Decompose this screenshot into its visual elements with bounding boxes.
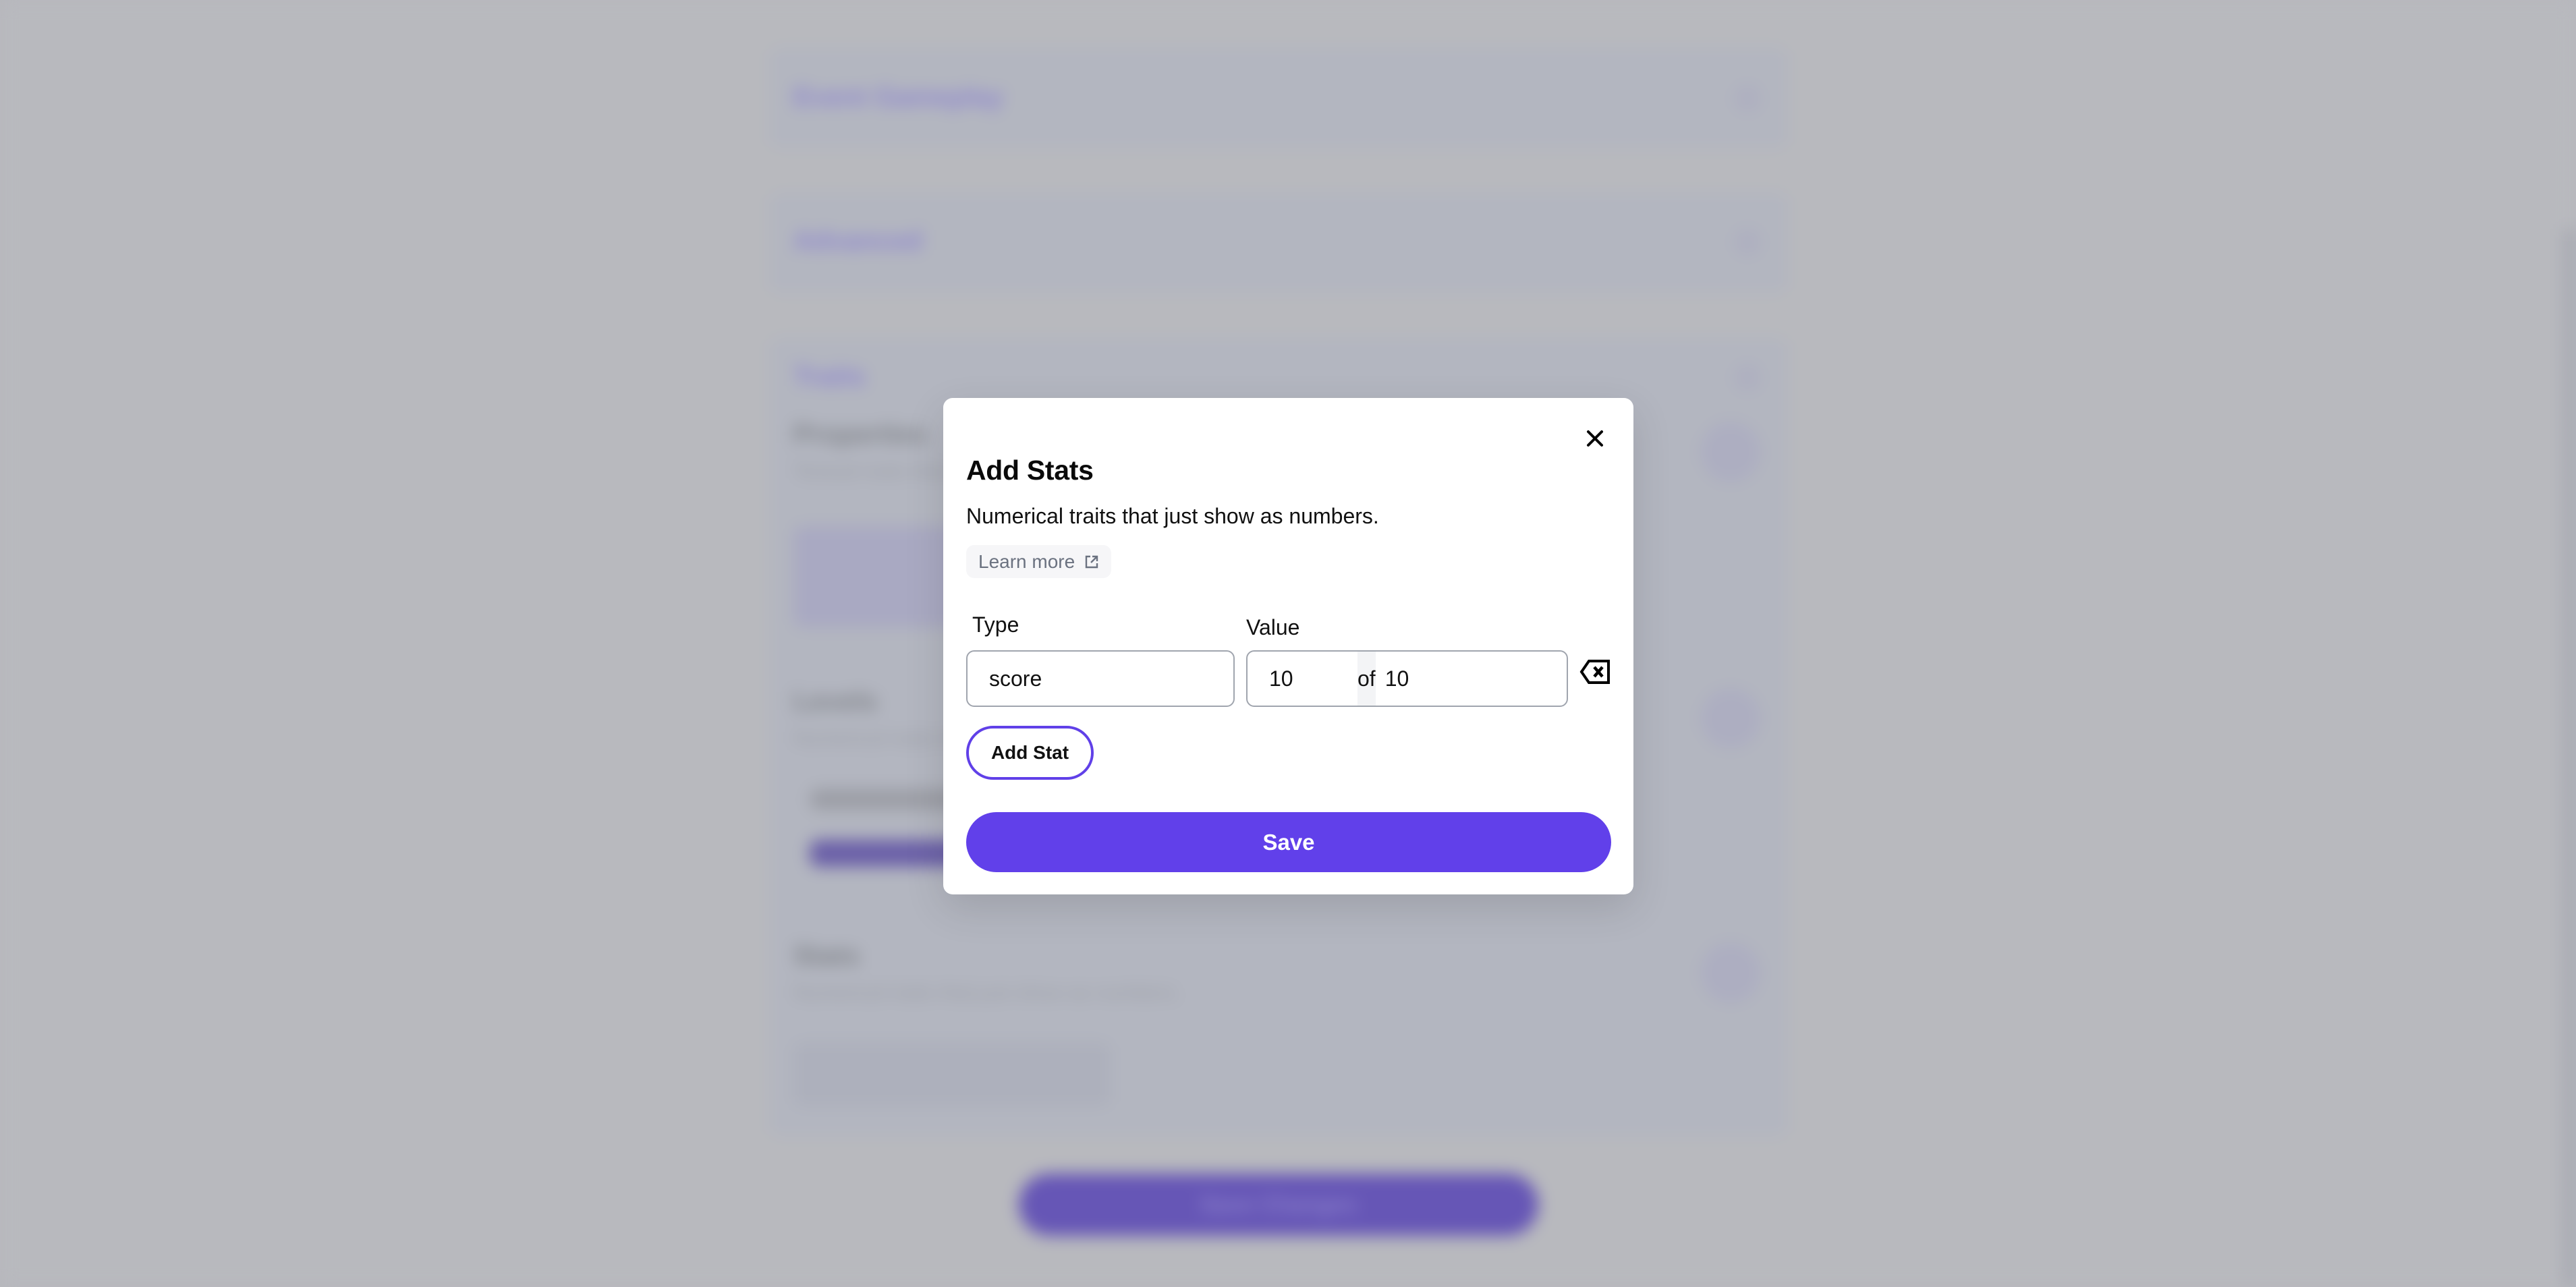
modal-title: Add Stats [966, 455, 1094, 486]
add-stats-modal: Add Stats Numerical traits that just sho… [943, 398, 1633, 894]
close-icon [1587, 430, 1603, 447]
save-changes-button[interactable]: Save Changes [1019, 1174, 1538, 1236]
learn-more-link[interactable]: Learn more [966, 545, 1112, 578]
subsection-title: Levels [793, 687, 878, 716]
delete-stat-button[interactable] [1575, 652, 1615, 692]
add-property-button[interactable] [1700, 422, 1761, 482]
value-label: Value [1246, 615, 1300, 639]
section-panel: Advanced [769, 192, 1788, 293]
stat-value-group: of [1246, 650, 1568, 707]
add-level-button[interactable] [1700, 688, 1761, 749]
add-stat-circle-button[interactable] [1700, 942, 1761, 1003]
section-title[interactable]: Event Gameplay [793, 82, 1003, 113]
chevron-icon[interactable] [1734, 364, 1761, 391]
chevron-icon[interactable] [1734, 229, 1761, 256]
type-label: Type [972, 612, 1019, 637]
learn-more-label: Learn more [978, 550, 1075, 572]
stat-value-input[interactable] [1248, 652, 1357, 706]
subsection-description: Numerical traits that just show as numbe… [793, 981, 1181, 1004]
section-title[interactable]: Traits [793, 362, 866, 392]
stat-max-input[interactable] [1375, 652, 1567, 706]
external-link-icon [1085, 555, 1098, 568]
subsection-title: Stats [793, 941, 860, 971]
page-scrollbar[interactable] [2564, 229, 2576, 1287]
section-title[interactable]: Advanced [793, 226, 922, 256]
backspace-delete-icon [1579, 660, 1610, 684]
of-separator: of [1357, 652, 1376, 706]
stat-type-input[interactable] [966, 650, 1235, 707]
stat-card [793, 1042, 1111, 1106]
chevron-icon[interactable] [1734, 85, 1761, 112]
modal-description: Numerical traits that just show as numbe… [966, 504, 1379, 528]
add-stat-button[interactable]: Add Stat [966, 726, 1094, 780]
close-button[interactable] [1579, 422, 1611, 455]
subsection-title: Properties [793, 420, 927, 449]
section-panel: Event Gameplay [769, 47, 1788, 148]
save-button[interactable]: Save [966, 812, 1611, 872]
